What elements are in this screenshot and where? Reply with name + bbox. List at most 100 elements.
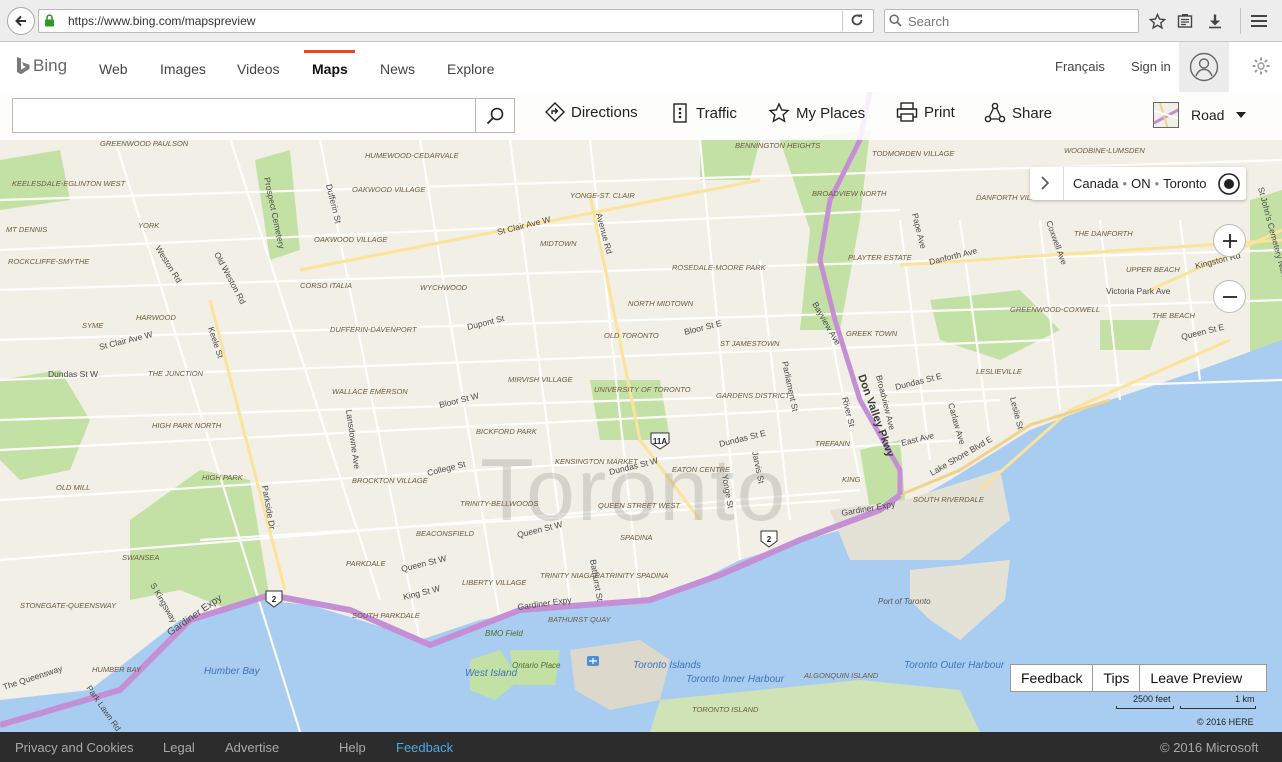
neighbourhood-label: HUMEWOOD-CEDARVALE — [365, 151, 460, 160]
directions-button[interactable]: Directions — [545, 102, 638, 122]
neighbourhood-label: ST JAMESTOWN — [720, 339, 780, 348]
neighbourhood-label: YORK — [138, 221, 160, 230]
reading-list-icon[interactable] — [1176, 12, 1194, 30]
print-label: Print — [924, 103, 955, 121]
scale-bar-imperial — [1116, 706, 1174, 709]
water-label: Toronto Inner Harbour — [686, 674, 785, 685]
directions-label: Directions — [571, 103, 638, 121]
bookmark-star-icon[interactable] — [1148, 12, 1166, 30]
directions-icon — [545, 102, 565, 122]
neighbourhood-label: NORTH MIDTOWN — [628, 299, 694, 308]
neighbourhood-label: BATHURST QUAY — [548, 615, 612, 624]
neighbourhood-label: HUMBER BAY — [92, 665, 142, 674]
neighbourhood-label: TODMORDEN VILLAGE — [872, 149, 955, 158]
neighbourhood-label: BROCKTON VILLAGE — [352, 476, 429, 485]
print-button[interactable]: Print — [896, 102, 955, 122]
nav-web[interactable]: Web — [99, 61, 128, 77]
bing-logo[interactable]: Bing — [16, 56, 67, 76]
url-text[interactable]: https://www.bing.com/mapspreview — [68, 14, 255, 28]
map-search-box[interactable] — [12, 98, 476, 133]
neighbourhood-label: LESLIEVILLE — [976, 367, 1023, 376]
nav-images[interactable]: Images — [160, 61, 206, 77]
svg-text:2: 2 — [272, 595, 277, 604]
neighbourhood-label: SPADINA — [620, 533, 652, 542]
nav-explore[interactable]: Explore — [447, 61, 494, 77]
map-search-button[interactable] — [475, 98, 515, 133]
neighbourhood-label: BICKFORD PARK — [476, 427, 538, 436]
scale-bar-metric — [1180, 706, 1256, 709]
neighbourhood-label: KEELESDALE-EGLINTON WEST — [12, 179, 127, 188]
breadcrumb-country[interactable]: Canada — [1073, 176, 1119, 191]
avatar[interactable] — [1179, 42, 1229, 92]
privacy-link[interactable]: Privacy and Cookies — [15, 740, 134, 755]
gear-icon[interactable] — [1251, 56, 1271, 76]
neighbourhood-label: MIDTOWN — [540, 239, 577, 248]
neighbourhood-label: TREFANN — [815, 439, 850, 448]
neighbourhood-label: HARWOOD — [136, 313, 176, 322]
zoom-in-button[interactable] — [1213, 224, 1246, 257]
traffic-button[interactable]: Traffic — [670, 102, 737, 124]
neighbourhood-label: YONGE-ST. CLAIR — [570, 191, 635, 200]
help-link[interactable]: Help — [339, 740, 366, 755]
toolbar-divider — [1240, 8, 1241, 34]
signin-link[interactable]: Sign in — [1131, 59, 1171, 74]
neighbourhood-label: GREENWOOD-COXWELL — [1010, 305, 1100, 314]
neighbourhood-label: SWANSEA — [122, 553, 159, 562]
breadcrumb-city[interactable]: Toronto — [1163, 176, 1206, 191]
lock-icon — [45, 14, 54, 27]
hamburger-menu-icon[interactable] — [1250, 12, 1268, 30]
street-label: Dundas St W — [48, 369, 98, 379]
traffic-icon — [670, 102, 690, 124]
chevron-down-icon — [1236, 112, 1247, 118]
minus-icon — [1222, 295, 1237, 298]
neighbourhood-label: TRINITY SPADINA — [605, 571, 668, 580]
neighbourhood-label: STONEGATE-QUEENSWAY — [20, 601, 117, 610]
neighbourhood-label: SOUTH PARKDALE — [352, 611, 421, 620]
neighbourhood-label: THE BEACH — [1152, 311, 1196, 320]
user-icon — [1189, 52, 1219, 82]
language-link[interactable]: Français — [1055, 59, 1105, 74]
neighbourhood-label: MT DENNIS — [6, 225, 47, 234]
water-label: Port of Toronto — [878, 597, 931, 606]
legal-link[interactable]: Legal — [163, 740, 195, 755]
reload-icon[interactable] — [850, 13, 864, 27]
neighbourhood-label: ROCKCLIFFE-SMYTHE — [8, 257, 90, 266]
chevron-right-icon[interactable] — [1040, 175, 1050, 191]
leave-preview-button[interactable]: Leave Preview — [1140, 665, 1252, 691]
neighbourhood-label: HIGH PARK — [202, 473, 244, 482]
zoom-out-button[interactable] — [1213, 280, 1246, 313]
my-places-button[interactable]: My Places — [768, 102, 865, 124]
location-breadcrumb: Canada • ON • Toronto — [1073, 176, 1207, 191]
share-button[interactable]: Share — [984, 102, 1052, 124]
map-style-label: Road — [1191, 107, 1225, 123]
neighbourhood-label: BEACONSFIELD — [416, 529, 475, 538]
locate-me-button[interactable] — [1215, 170, 1243, 198]
traffic-label: Traffic — [696, 104, 737, 122]
breadcrumb-region[interactable]: ON — [1131, 176, 1151, 191]
bing-brand-text: Bing — [33, 56, 68, 75]
scale-metric-label: 1 km — [1235, 694, 1255, 704]
location-divider — [1063, 167, 1064, 200]
neighbourhood-label: PARKDALE — [346, 559, 386, 568]
neighbourhood-label: GREEK TOWN — [846, 329, 898, 338]
nav-maps[interactable]: Maps — [312, 61, 348, 77]
locate-target-icon — [1218, 173, 1240, 195]
map-search-input[interactable] — [13, 99, 475, 132]
advertise-link[interactable]: Advertise — [225, 740, 279, 755]
map-feedback-button[interactable]: Feedback — [1011, 665, 1094, 691]
preview-feedback-bar: Feedback Tips Leave Preview — [1010, 664, 1267, 692]
footer-copyright: © 2016 Microsoft — [1160, 740, 1259, 755]
back-button[interactable] — [7, 7, 35, 35]
neighbourhood-label: PLAYTER ESTATE — [848, 253, 913, 262]
back-arrow-icon — [15, 15, 26, 27]
search-icon — [889, 14, 902, 27]
nav-news[interactable]: News — [380, 61, 415, 77]
neighbourhood-label: WALLACE EMERSON — [332, 387, 408, 396]
neighbourhood-label: HIGH PARK NORTH — [152, 421, 222, 430]
tips-button[interactable]: Tips — [1093, 665, 1141, 691]
footer-feedback-link[interactable]: Feedback — [396, 740, 453, 755]
water-label: West Island — [465, 668, 517, 679]
downloads-icon[interactable] — [1206, 12, 1224, 30]
nav-videos[interactable]: Videos — [237, 61, 280, 77]
map-style-selector[interactable]: Road — [1153, 102, 1247, 128]
